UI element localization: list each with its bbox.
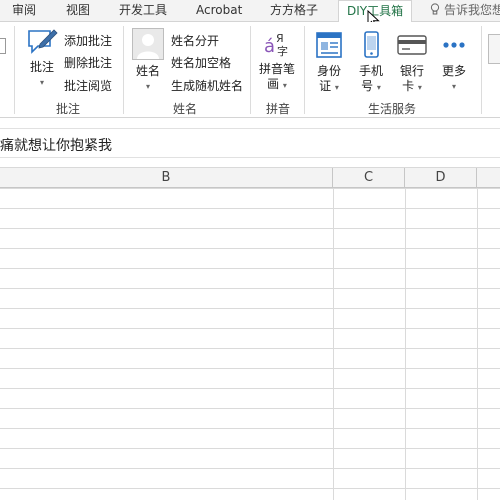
more-dots-icon (443, 42, 465, 48)
more-button[interactable]: 更多 ▾ (435, 30, 473, 94)
chevron-down-icon: ▾ (376, 83, 381, 92)
id-card-icon (316, 32, 342, 58)
tell-me-box[interactable]: 告诉我您想 (430, 0, 500, 22)
tab-review[interactable]: 审阅 (12, 0, 36, 22)
id-card-line2-row: 证 ▾ (310, 79, 348, 95)
formula-text: 痛就想让你抱紧我 (0, 138, 112, 154)
lightbulb-icon (430, 3, 440, 15)
bank-card-icon (397, 35, 427, 55)
more-line1: 更多 (441, 64, 466, 78)
group-separator (481, 26, 482, 114)
name-add-space-button[interactable]: 姓名加空格 (171, 54, 231, 71)
names-group-label: 姓名 (172, 102, 197, 116)
grid-column-line (477, 188, 478, 500)
id-card-line1: 身份 (316, 64, 341, 78)
ribbon-tab-bar: 审阅 视图 开发工具 Acrobat 方方格子 DIY工具箱 告诉我您想 (0, 0, 500, 23)
chevron-down-icon: ▾ (417, 83, 422, 92)
tab-view[interactable]: 视图 (66, 0, 90, 22)
column-header-e-partial[interactable] (477, 168, 500, 188)
svg-text:Я: Я (276, 32, 284, 45)
chevron-down-icon: ▾ (39, 78, 44, 87)
person-avatar-icon (132, 28, 164, 60)
view-comments-button[interactable]: 批注阅览 (64, 77, 112, 94)
chevron-down-icon: ▾ (334, 83, 339, 92)
partial-page-icon (0, 38, 6, 54)
tab-developer[interactable]: 开发工具 (119, 0, 167, 22)
grid-column-line (405, 188, 406, 500)
random-name-button[interactable]: 生成随机姓名 (171, 77, 243, 94)
tab-acrobat[interactable]: Acrobat (196, 0, 242, 22)
column-header-d[interactable]: D (405, 168, 477, 188)
chevron-down-icon: ▾ (282, 81, 287, 90)
grid-column-line (333, 188, 334, 500)
pinyin-line1: 拼音笔 (258, 62, 295, 76)
bank-card-line1: 银行 (399, 64, 424, 78)
pinyin-group-label: 拼音 (265, 102, 290, 116)
pinyin-icon: á Я 字 (264, 32, 288, 58)
bank-card-line2-row: 卡 ▾ (393, 79, 431, 95)
cell-grid[interactable] (0, 188, 500, 500)
svg-text:字: 字 (277, 44, 288, 58)
name-big-button[interactable]: 姓名 ▾ (129, 28, 167, 94)
comment-pencil-icon (28, 29, 58, 54)
pinyin-stroke-button[interactable]: á Я 字 拼音笔 画 ▾ (255, 30, 299, 93)
phone-number-button[interactable]: 手机 号 ▾ (352, 30, 390, 95)
ribbon: 批注 ▾ 添加批注 删除批注 批注阅览 批注 姓名 ▾ 姓名分开 姓名加空格 生… (0, 22, 500, 118)
life-services-group-label: 生活服务 (367, 102, 416, 116)
formula-bar[interactable]: 痛就想让你抱紧我 (0, 128, 500, 158)
delete-comment-button[interactable]: 删除批注 (64, 54, 112, 71)
pinyin-line2-row: 画 ▾ (255, 77, 299, 93)
split-name-button[interactable]: 姓名分开 (171, 32, 219, 49)
id-card-line2: 证 (319, 79, 332, 93)
comment-big-label: 批注 (29, 60, 54, 74)
name-big-label: 姓名 (135, 64, 160, 78)
chevron-down-icon: ▾ (451, 82, 456, 91)
partial-next-icon (488, 34, 500, 64)
bank-card-line2: 卡 (402, 79, 415, 93)
mobile-phone-icon (364, 31, 379, 58)
phone-line2: 号 (361, 79, 374, 93)
chevron-down-icon: ▾ (145, 82, 150, 91)
group-separator (14, 26, 15, 114)
group-separator (250, 26, 251, 114)
tab-fangfang[interactable]: 方方格子 (270, 0, 318, 22)
phone-line2-row: 号 ▾ (352, 79, 390, 95)
comments-group-label: 批注 (55, 102, 80, 116)
column-header-row: B C D (0, 167, 500, 188)
svg-text:á: á (264, 36, 275, 57)
tell-me-text: 告诉我您想 (444, 3, 500, 17)
group-separator (123, 26, 124, 114)
phone-line1: 手机 (358, 64, 383, 78)
pinyin-line2: 画 (267, 77, 280, 91)
id-card-button[interactable]: 身份 证 ▾ (310, 30, 348, 95)
column-header-c[interactable]: C (333, 168, 405, 188)
comment-big-button[interactable]: 批注 ▾ (22, 26, 62, 90)
bank-card-button[interactable]: 银行 卡 ▾ (393, 30, 431, 95)
column-header-b[interactable]: B (0, 168, 333, 188)
add-comment-button[interactable]: 添加批注 (64, 32, 112, 49)
group-separator (304, 26, 305, 114)
